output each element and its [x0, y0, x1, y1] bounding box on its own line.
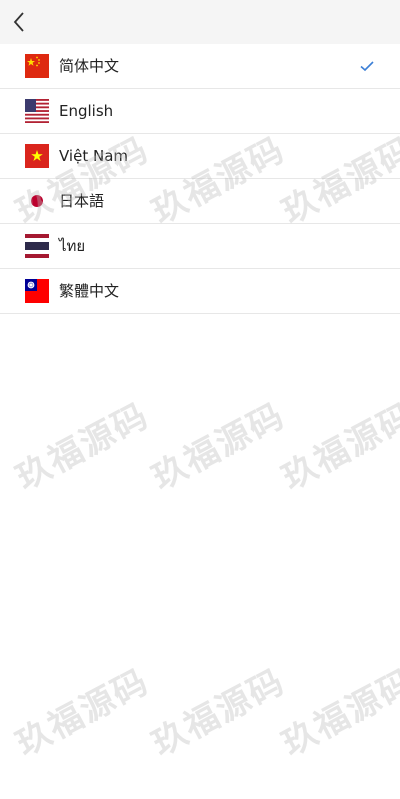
language-label: 日本語: [59, 192, 105, 210]
language-label: Việt Nam: [59, 147, 129, 165]
language-label: 简体中文: [59, 57, 120, 75]
watermark: 玖福源码: [9, 395, 156, 499]
watermark: 玖福源码: [275, 661, 400, 765]
language-item-japanese[interactable]: 日本語: [0, 179, 400, 224]
china-flag-icon: [25, 54, 49, 78]
language-item-traditional-chinese[interactable]: 繁體中文: [0, 269, 400, 314]
top-bar: [0, 0, 400, 44]
language-label: English: [59, 102, 114, 120]
japan-flag-icon: [25, 189, 49, 213]
thailand-flag-icon: [25, 234, 49, 258]
watermark: 玖福源码: [145, 395, 292, 499]
language-item-thai[interactable]: ไทย: [0, 224, 400, 269]
back-arrow-icon[interactable]: [8, 8, 32, 36]
language-label: 繁體中文: [59, 282, 120, 300]
taiwan-flag-icon: [25, 279, 49, 303]
watermark: 玖福源码: [145, 661, 292, 765]
checkmark-icon: [360, 61, 374, 72]
language-item-english[interactable]: English: [0, 89, 400, 134]
language-label: ไทย: [59, 237, 86, 255]
usa-flag-icon: [25, 99, 49, 123]
language-item-vietnamese[interactable]: Việt Nam: [0, 134, 400, 179]
language-item-simplified-chinese[interactable]: 简体中文: [0, 44, 400, 89]
vietnam-flag-icon: [25, 144, 49, 168]
language-list: 简体中文 English Việt Nam 日本語 ไทย 繁體中文: [0, 44, 400, 314]
watermark: 玖福源码: [9, 661, 156, 765]
watermark: 玖福源码: [275, 395, 400, 499]
